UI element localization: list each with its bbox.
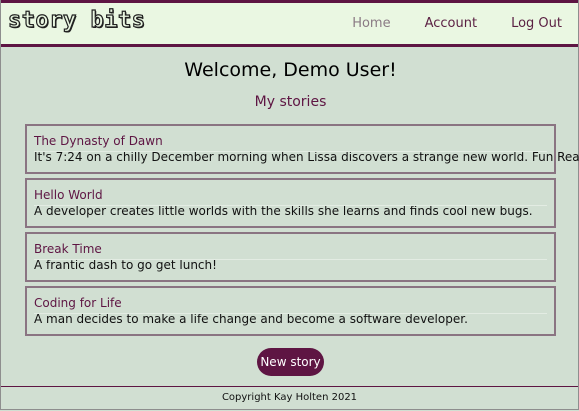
page: story bits Home Account Log Out Welcome,… (0, 0, 579, 410)
new-story-button[interactable]: New story (257, 348, 324, 376)
story-list: The Dynasty of Dawn It's 7:24 on a chill… (25, 124, 579, 340)
story-card[interactable]: Hello World A developer creates little w… (25, 178, 556, 228)
story-card[interactable]: Break Time A frantic dash to go get lunc… (25, 232, 556, 282)
story-title[interactable]: Coding for Life (34, 296, 547, 310)
nav-home-link[interactable]: Home (352, 16, 390, 31)
story-card[interactable]: The Dynasty of Dawn It's 7:24 on a chill… (25, 124, 579, 174)
section-title: My stories (254, 94, 327, 110)
story-title[interactable]: The Dynasty of Dawn (34, 134, 547, 148)
story-title[interactable]: Hello World (34, 188, 547, 202)
nav-links: Home Account Log Out (318, 3, 578, 44)
welcome-heading: Welcome, Demo User! (184, 59, 397, 81)
navbar: story bits Home Account Log Out (1, 0, 578, 47)
story-summary: A developer creates little worlds with t… (34, 204, 533, 218)
nav-account-link[interactable]: Account (425, 16, 478, 31)
story-card[interactable]: Coding for Life A man decides to make a … (25, 286, 556, 336)
story-summary: A frantic dash to go get lunch! (34, 258, 217, 272)
brand-logo[interactable]: story bits (7, 7, 145, 33)
nav-logout-link[interactable]: Log Out (511, 16, 562, 31)
story-summary: It's 7:24 on a chilly December morning w… (34, 150, 579, 164)
copyright-text: Copyright Kay Holten 2021 (221, 392, 358, 403)
story-title[interactable]: Break Time (34, 242, 547, 256)
footer: Copyright Kay Holten 2021 (1, 386, 578, 410)
story-summary: A man decides to make a life change and … (34, 312, 468, 326)
